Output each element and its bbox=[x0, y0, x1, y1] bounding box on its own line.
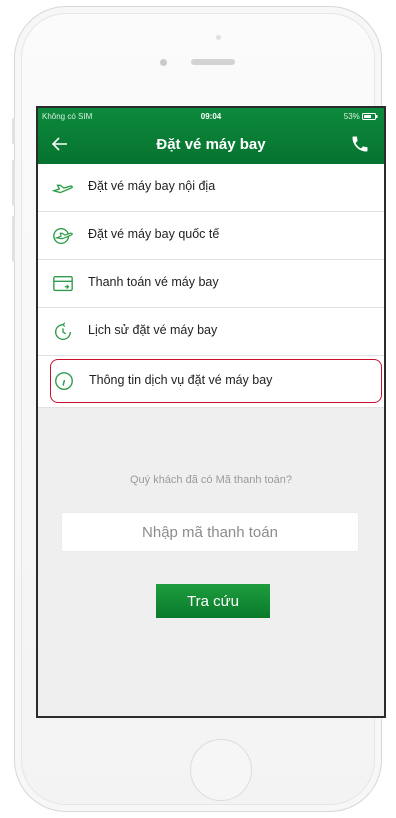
clock: 09:04 bbox=[200, 112, 222, 121]
front-camera bbox=[160, 59, 167, 66]
call-button[interactable] bbox=[350, 134, 374, 158]
volume-down-button bbox=[12, 216, 15, 262]
page-title: Đặt vé máy bay bbox=[156, 136, 266, 153]
proximity-sensor bbox=[216, 35, 221, 40]
battery-percent: 53% bbox=[343, 112, 360, 121]
menu-item-label: Lịch sử đặt vé máy bay bbox=[88, 323, 218, 337]
menu-item-domestic-flights[interactable]: Đặt vé máy bay nội địa bbox=[38, 164, 384, 212]
volume-up-button bbox=[12, 160, 15, 206]
plane-domestic-icon bbox=[52, 184, 73, 194]
status-bar: Không có SIM 09:04 53% bbox=[38, 108, 384, 126]
menu-item-label: Thanh toán vé máy bay bbox=[88, 275, 219, 289]
menu-item-booking-history[interactable]: Lịch sử đặt vé máy bay bbox=[38, 308, 384, 356]
menu-item-service-info[interactable]: Thông tin dịch vụ đặt vé máy bay bbox=[50, 359, 382, 403]
app-header: Không có SIM 09:04 53% Đặt vé máy bay bbox=[38, 108, 384, 164]
menu-item-label: Đặt vé máy bay nội địa bbox=[88, 179, 216, 193]
menu-row-container: Thông tin dịch vụ đặt vé máy bay bbox=[38, 356, 384, 408]
phone-icon bbox=[352, 136, 368, 152]
payment-code-input[interactable] bbox=[61, 512, 359, 552]
menu-item-label: Đặt vé máy bay quốc tế bbox=[88, 227, 220, 241]
home-button[interactable] bbox=[190, 739, 252, 801]
app-screen: Không có SIM 09:04 53% Đặt vé máy bay Đặ… bbox=[36, 106, 386, 718]
earpiece-speaker bbox=[191, 59, 235, 65]
booking-menu: Đặt vé máy bay nội địa Đặt vé máy bay qu… bbox=[38, 164, 384, 408]
plane-international-icon bbox=[53, 227, 73, 245]
menu-item-ticket-payment[interactable]: Thanh toán vé máy bay bbox=[38, 260, 384, 308]
battery-indicator: 53% bbox=[344, 112, 378, 121]
payment-code-question: Quý khách đã có Mã thanh toán? bbox=[129, 474, 293, 486]
card-payment-icon bbox=[53, 275, 73, 292]
battery-icon bbox=[362, 113, 378, 121]
info-icon bbox=[55, 372, 73, 390]
history-clock-icon bbox=[55, 322, 72, 340]
nav-bar: Đặt vé máy bay bbox=[38, 130, 384, 160]
mute-switch bbox=[12, 118, 15, 144]
menu-item-international-flights[interactable]: Đặt vé máy bay quốc tế bbox=[38, 212, 384, 260]
menu-item-label: Thông tin dịch vụ đặt vé máy bay bbox=[89, 373, 273, 387]
lookup-button[interactable]: Tra cứu bbox=[156, 584, 270, 618]
